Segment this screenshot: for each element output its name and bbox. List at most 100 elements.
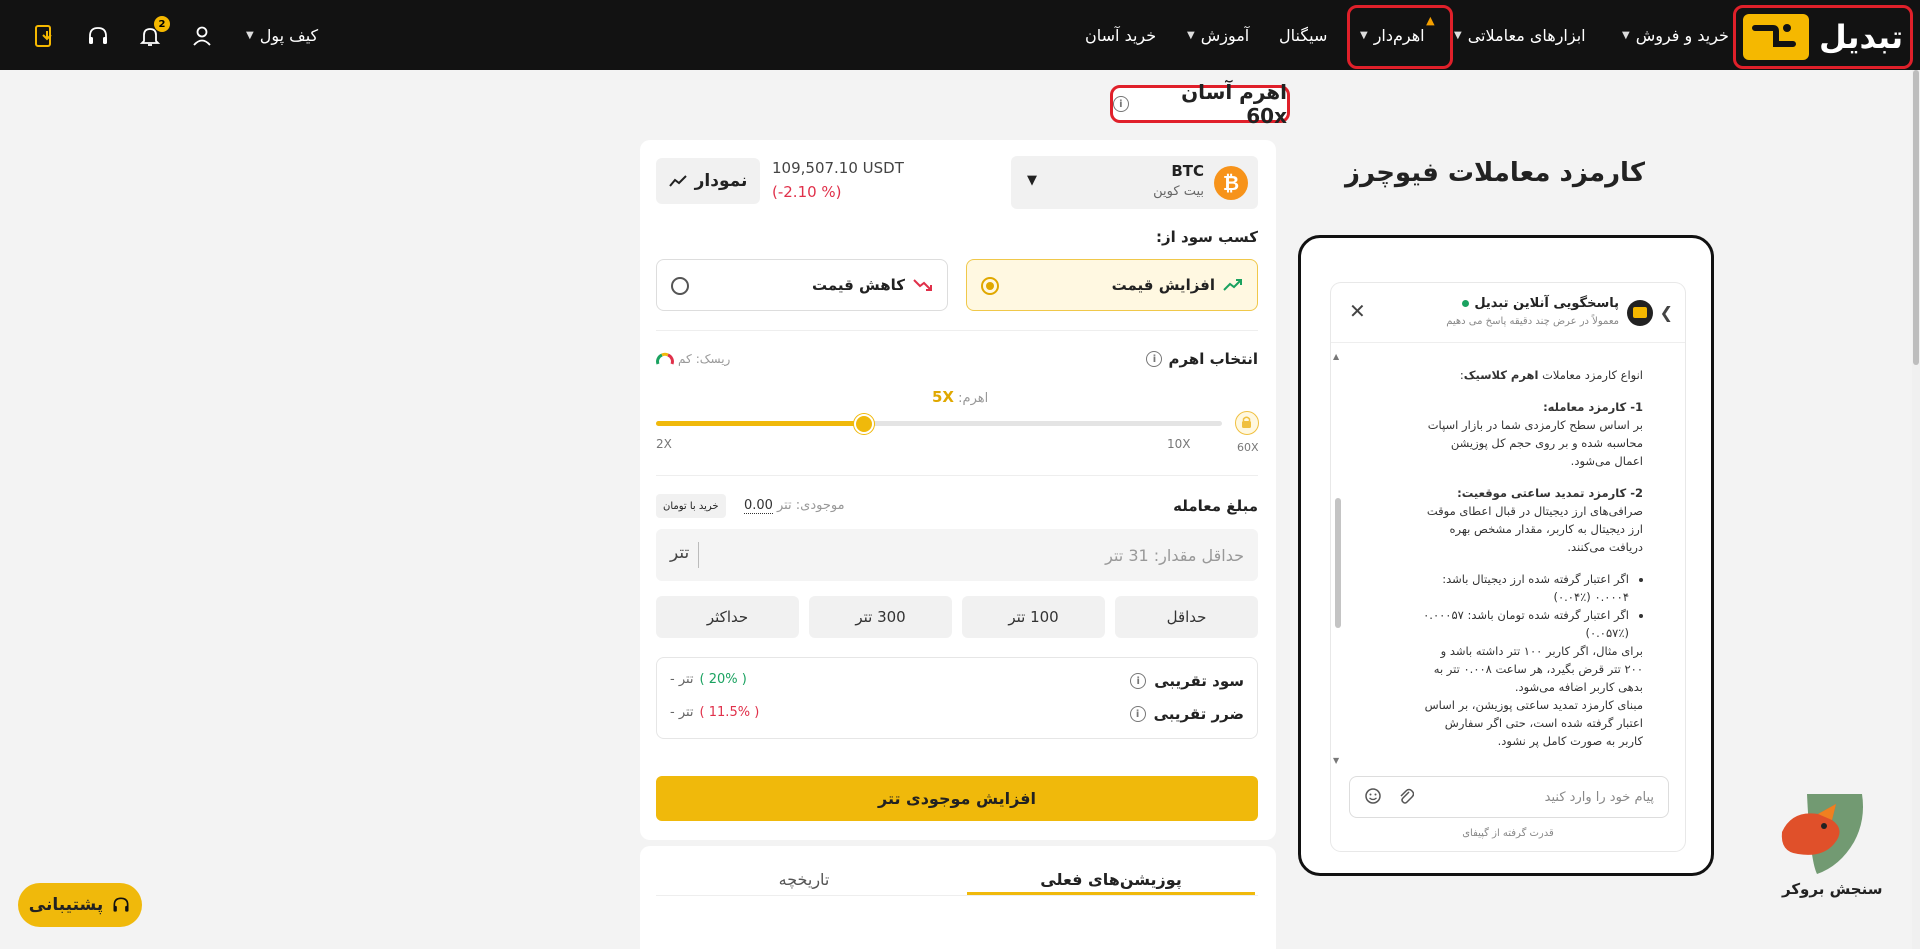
chat-bullet-list: اگر اعتبار گرفته شده ارز دیجیتال باشد: ۰… <box>1419 570 1643 642</box>
profit-label-text: سود تقریبی <box>1154 672 1244 690</box>
chat-title-block: پاسخگویی آنلاین تبدیل <box>1462 296 1619 311</box>
price-block: 109,507.10 USDT <box>772 159 904 177</box>
page-scrollbar[interactable] <box>1912 70 1920 949</box>
pair-symbol: BTC <box>1171 162 1204 180</box>
chat-section2-title: 2- کارمزد تمدید ساعتی موقعیت: <box>1457 486 1643 500</box>
current-leverage-value: 5X <box>932 388 955 406</box>
increase-balance-button[interactable]: افزایش موجودی تتر <box>656 776 1258 821</box>
nav-easy-buy-label: خرید آسان <box>1085 25 1157 45</box>
lock-icon <box>1235 411 1259 435</box>
info-icon[interactable]: i <box>1146 351 1163 367</box>
divider <box>656 330 1258 331</box>
pair-selector[interactable]: ₿ BTC بیت کوین ▼ <box>1011 156 1258 209</box>
chat-message-input[interactable]: پیام خود را وارد کنید <box>1349 776 1669 818</box>
chat-header: ❯ پاسخگویی آنلاین تبدیل معمولاً در عرض چ… <box>1331 283 1685 343</box>
tab-current-positions[interactable]: پوزیشن‌های فعلی <box>967 864 1255 894</box>
slider-min-label: 2X <box>656 437 672 451</box>
slider-max-label: 60X <box>1237 441 1259 454</box>
nav-wallet-label: کیف پول <box>259 25 319 45</box>
estimate-box <box>656 657 1258 739</box>
nav-signal[interactable]: سیگنال <box>1279 0 1327 70</box>
support-label: پشتیبانی <box>28 895 104 915</box>
nav-education-label: آموزش <box>1200 25 1250 45</box>
chat-basis: مبنای کارمزد تمدید ساعتی پوزیشن، بر اساس… <box>1424 698 1643 748</box>
nav-leverage[interactable]: اهرم‌دار ▼ ▲ <box>1360 0 1435 70</box>
radio-selected[interactable] <box>981 277 999 295</box>
pair-name: بیت کوین <box>1153 184 1204 199</box>
headphones-icon <box>113 897 129 912</box>
nav-easy-buy[interactable]: خرید آسان <box>1085 0 1156 70</box>
risk-indicator: ریسک: کم <box>656 351 730 367</box>
leverage-slider[interactable] <box>656 414 1222 434</box>
nav-buy-sell-label: خرید و فروش <box>1635 25 1729 45</box>
leverage-label: انتخاب اهرم i <box>1146 350 1258 368</box>
chat-powered-by: قدرت گرفته از گپیفای <box>1462 828 1554 839</box>
amount-input-box[interactable]: تتر <box>656 529 1258 581</box>
option-price-up-label: افزایش قیمت <box>1111 276 1215 294</box>
profit-value-block: ( 20% ) تتر - <box>670 672 747 687</box>
quick-max-button[interactable]: حداکثر <box>656 596 799 638</box>
nav-wallet[interactable]: کیف پول ▼ <box>246 0 318 70</box>
watermark-text: سنجش بروکر <box>1782 880 1883 898</box>
quick-300-button[interactable]: 300 تتر <box>809 596 952 638</box>
fox-shield-icon <box>1781 794 1863 874</box>
scroll-up-icon[interactable]: ▲ <box>1333 352 1339 361</box>
chat-scrollbar-thumb[interactable] <box>1335 498 1341 628</box>
amount-input[interactable] <box>744 529 1244 581</box>
nav-buy-sell[interactable]: خرید و فروش ▼ <box>1622 0 1729 70</box>
nav-education[interactable]: آموزش ▼ <box>1187 0 1249 70</box>
user-icon[interactable] <box>186 20 218 52</box>
info-icon[interactable]: i <box>1130 673 1147 689</box>
nav-leverage-label: اهرم‌دار <box>1373 25 1425 45</box>
download-app-icon[interactable] <box>28 20 60 52</box>
info-icon[interactable]: i <box>1113 96 1129 112</box>
scroll-down-icon[interactable]: ▼ <box>1333 756 1339 765</box>
sanjesh-broker-watermark: سنجش بروکر <box>1762 790 1882 900</box>
avatar-logo-icon <box>1633 307 1647 318</box>
balance-block: موجودی: تتر 0.00 <box>744 498 845 514</box>
page-title-text: اهرم آسان 60x <box>1181 80 1287 128</box>
emoji-icon[interactable] <box>1364 787 1382 809</box>
loss-percent: ( 11.5% ) <box>699 705 760 720</box>
page-title: اهرم آسان 60x i <box>1110 80 1290 128</box>
gauge-icon <box>656 352 674 365</box>
page-scrollbar-thumb[interactable] <box>1913 70 1919 365</box>
paperclip-icon[interactable] <box>1398 787 1415 809</box>
chat-intro-prefix: انواع کارمزد معاملات <box>1538 368 1643 382</box>
option-price-up[interactable]: افزایش قیمت <box>966 259 1258 311</box>
bell-icon[interactable]: 2 <box>134 16 170 52</box>
chat-example: برای مثال، اگر کاربر ۱۰۰ تتر داشته باشد … <box>1433 644 1643 694</box>
quick-min-button[interactable]: حداقل <box>1115 596 1258 638</box>
loss-label: ضرر تقریبی i <box>1129 705 1244 723</box>
chat-scrollbar[interactable]: ▲ ▼ <box>1333 352 1341 765</box>
risk-value: کم <box>678 352 692 366</box>
positions-tabs <box>640 846 1276 949</box>
buy-with-toman-button[interactable]: خرید با تومان <box>656 494 726 518</box>
trend-up-icon <box>1223 279 1242 291</box>
notification-badge: 2 <box>154 16 170 32</box>
tab-history[interactable]: تاریخچه <box>660 864 948 894</box>
chevron-down-icon: ▼ <box>1454 29 1462 41</box>
chart-button[interactable]: نمودار <box>656 158 760 204</box>
info-icon[interactable]: i <box>1129 706 1146 722</box>
current-leverage-label: اهرم: <box>958 391 989 406</box>
chat-message: انواع کارمزد معاملات اهرم کلاسیک: 1- کار… <box>1419 358 1651 758</box>
direction-label: کسب سود از: <box>1156 228 1258 246</box>
risk-label: ریسک: <box>695 352 731 366</box>
side-title: کارمزد معاملات فیوچرز <box>1345 158 1645 188</box>
chat-intro: انواع کارمزد معاملات اهرم کلاسیک: <box>1419 366 1643 384</box>
quick-100-button[interactable]: 100 تتر <box>962 596 1105 638</box>
logo[interactable]: تبدیل <box>1733 5 1913 69</box>
online-dot <box>1462 300 1470 307</box>
option-price-down[interactable]: کاهش قیمت <box>656 259 948 311</box>
chevron-right-icon[interactable]: ❯ <box>1660 303 1673 322</box>
option-price-down-label: کاهش قیمت <box>811 276 905 294</box>
fire-icon: ▲ <box>1426 14 1435 27</box>
radio-unselected[interactable] <box>671 277 689 295</box>
support-button[interactable]: پشتیبانی <box>18 883 142 927</box>
headphones-icon[interactable] <box>82 20 114 52</box>
nav-trading-tools[interactable]: ابزارهای معاملاتی ▼ <box>1454 0 1586 70</box>
close-icon[interactable]: ✕ <box>1349 299 1366 323</box>
loss-label-text: ضرر تقریبی <box>1153 705 1244 723</box>
balance-value: 0.00 <box>744 498 773 514</box>
